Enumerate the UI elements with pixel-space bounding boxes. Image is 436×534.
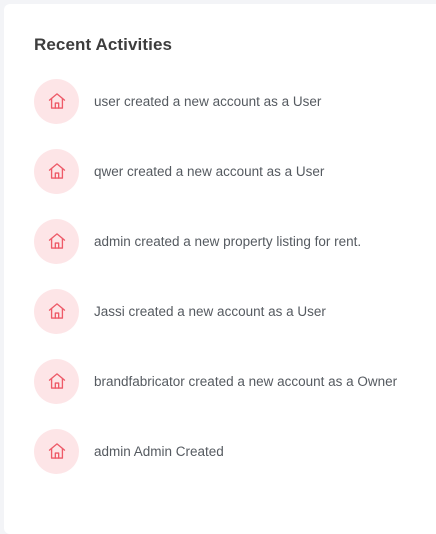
activity-item: Jassi created a new account as a User: [34, 288, 397, 334]
activity-list: user created a new account as a User qwe…: [34, 78, 397, 498]
activity-text: qwer created a new account as a User: [94, 163, 325, 179]
activity-item: brandfabricator created a new account as…: [34, 358, 397, 404]
home-icon: [34, 218, 79, 264]
activity-item: qwer created a new account as a User: [34, 148, 397, 194]
activity-item: user created a new account as a User: [34, 78, 397, 124]
home-icon: [34, 358, 79, 404]
activity-text: user created a new account as a User: [94, 93, 322, 109]
recent-activities-card: Recent Activities user created a new acc…: [4, 4, 436, 534]
home-icon: [34, 428, 79, 474]
activity-item: admin created a new property listing for…: [34, 218, 397, 264]
activity-text: admin created a new property listing for…: [94, 233, 362, 249]
activity-text: admin Admin Created: [94, 443, 224, 459]
activity-item: admin Admin Created: [34, 428, 397, 474]
activity-text: brandfabricator created a new account as…: [94, 373, 398, 389]
home-icon: [34, 148, 79, 194]
card-title: Recent Activities: [34, 35, 173, 54]
home-icon: [34, 288, 79, 334]
activity-text: Jassi created a new account as a User: [94, 303, 326, 319]
home-icon: [34, 78, 79, 124]
